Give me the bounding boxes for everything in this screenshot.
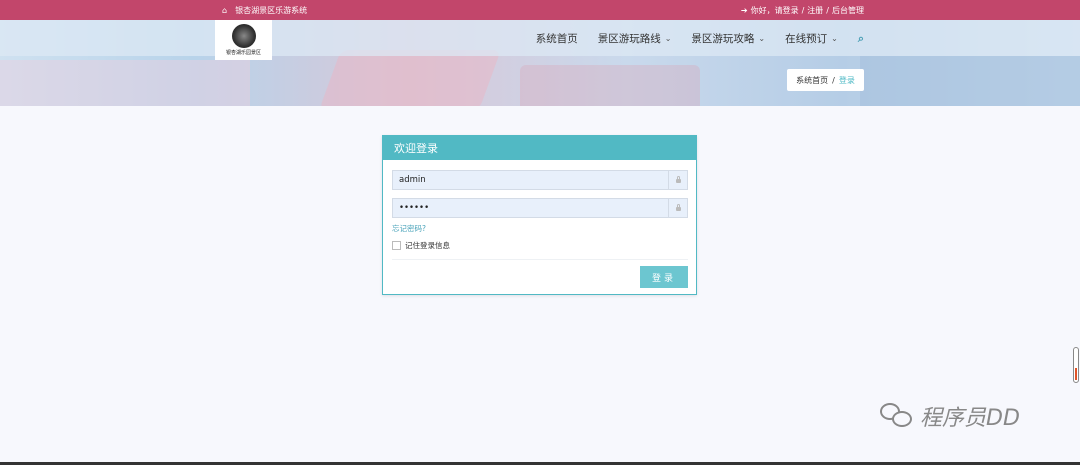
logo-caption: 银杏湖乐园景区 <box>225 50 261 56</box>
lock-icon <box>668 199 687 217</box>
divider <box>392 259 688 260</box>
remember-me[interactable]: 记住登录信息 <box>392 240 450 251</box>
logo-emblem <box>231 24 256 48</box>
register-link[interactable]: 注册 <box>807 5 823 16</box>
nav-item-routes[interactable]: 景区游玩路线 ⌄ <box>598 31 672 46</box>
search-icon[interactable]: ⌕ <box>858 32 864 46</box>
banner: 银杏湖乐园景区 系统首页 景区游玩路线 ⌄ 景区游玩攻略 ⌄ 在线预订 ⌄ ⌕ 系统首… <box>0 20 1080 106</box>
login-card: 欢迎登录 忘记密码? 记住登录信息 登录 <box>382 135 697 295</box>
nav-item-guides[interactable]: 景区游玩攻略 ⌄ <box>691 31 765 46</box>
login-card-title: 欢迎登录 <box>383 136 696 160</box>
user-icon <box>668 171 687 189</box>
scrollbar[interactable] <box>1073 347 1079 383</box>
nav-item-label: 景区游玩攻略 <box>691 33 755 45</box>
separator: / <box>801 6 805 15</box>
admin-link[interactable]: 后台管理 <box>832 5 864 16</box>
watermark: 程序员DD <box>880 400 1020 432</box>
scrollbar-thumb[interactable] <box>1075 368 1077 380</box>
top-bar-right: ➔ 你好，请登录 / 注册 / 后台管理 <box>741 5 864 16</box>
site-name: 银杏湖景区乐游系统 <box>235 6 308 15</box>
nav-item-label: 景区游玩路线 <box>597 33 661 45</box>
remember-checkbox[interactable] <box>392 241 401 250</box>
top-bar: ⌂ 银杏湖景区乐游系统 ➔ 你好，请登录 / 注册 / 后台管理 <box>0 0 1080 20</box>
breadcrumb-separator: / <box>832 75 835 85</box>
nav-item-booking[interactable]: 在线预订 ⌄ <box>785 31 838 46</box>
chevron-down-icon: ⌄ <box>831 34 838 43</box>
login-button[interactable]: 登录 <box>640 266 688 288</box>
top-bar-left: ⌂ 银杏湖景区乐游系统 <box>222 5 307 16</box>
forgot-password-link[interactable]: 忘记密码? <box>392 223 426 234</box>
breadcrumb-current: 登录 <box>838 75 855 85</box>
nav-item-label: 在线预订 <box>785 33 828 45</box>
username-input[interactable] <box>393 174 668 186</box>
chevron-down-icon: ⌄ <box>758 34 766 43</box>
sign-in-icon: ➔ <box>740 6 748 15</box>
password-field[interactable] <box>392 198 688 218</box>
nav-item-label: 系统首页 <box>535 33 578 45</box>
login-link[interactable]: 你好，请登录 <box>751 5 799 16</box>
separator: / <box>826 6 829 15</box>
site-logo[interactable]: 银杏湖乐园景区 <box>215 20 272 60</box>
password-input[interactable] <box>393 202 668 214</box>
wechat-icon <box>880 403 914 429</box>
breadcrumb-home[interactable]: 系统首页 <box>796 75 828 86</box>
home-icon: ⌂ <box>222 6 228 15</box>
username-field[interactable] <box>392 170 688 190</box>
watermark-text: 程序员DD <box>920 406 1020 431</box>
nav-item-home[interactable]: 系统首页 <box>536 31 578 46</box>
main-nav: 系统首页 景区游玩路线 ⌄ 景区游玩攻略 ⌄ 在线预订 ⌄ ⌕ <box>536 31 864 46</box>
remember-label: 记住登录信息 <box>405 241 450 250</box>
breadcrumb: 系统首页 / 登录 <box>787 69 864 91</box>
chevron-down-icon: ⌄ <box>664 34 672 43</box>
